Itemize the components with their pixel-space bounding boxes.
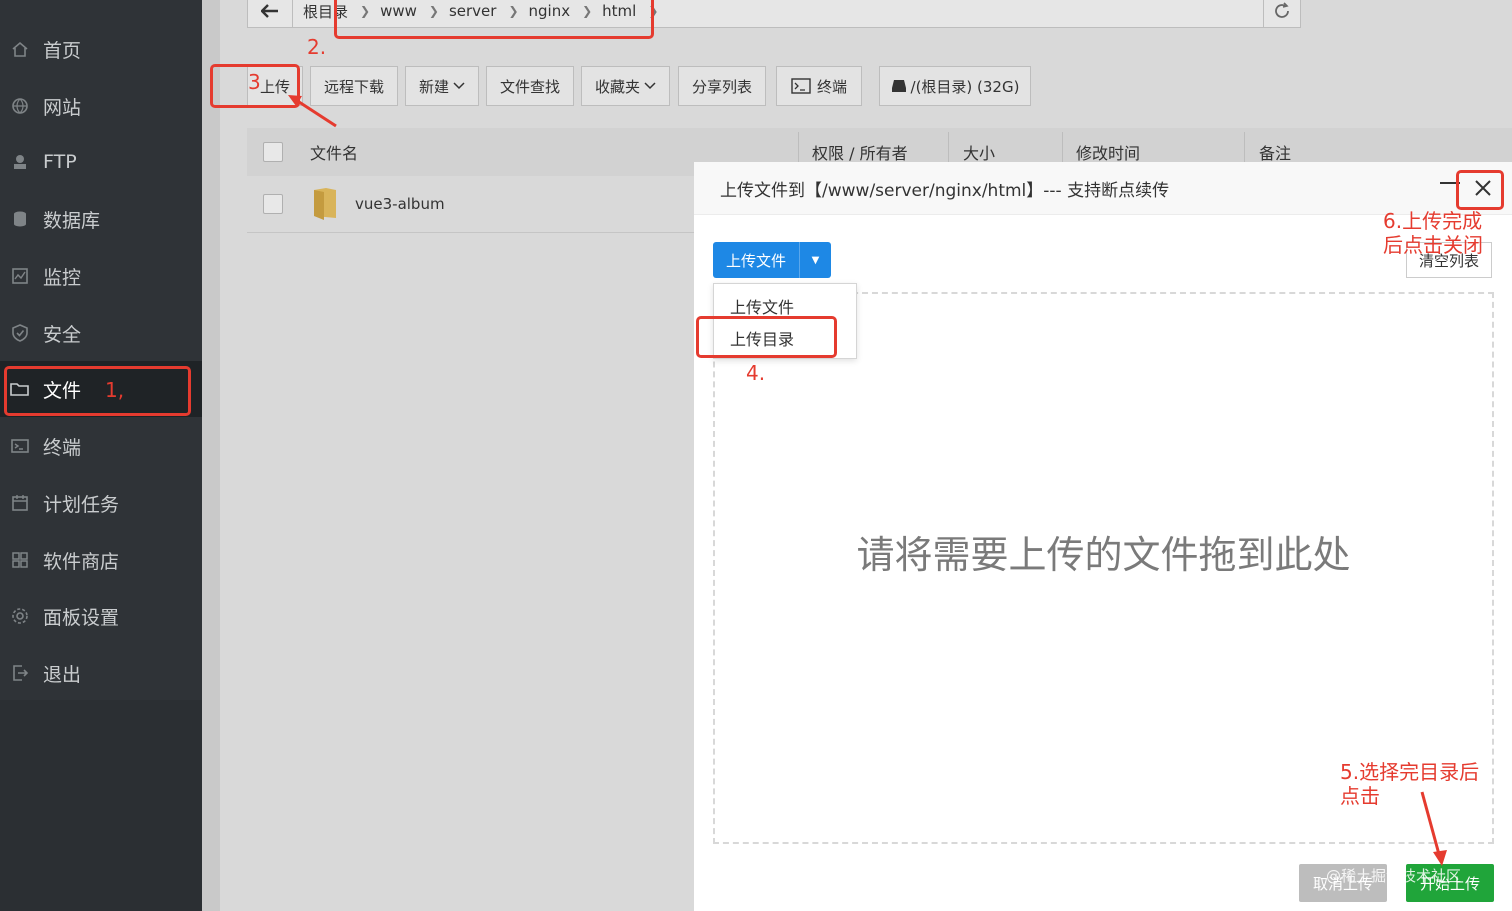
annotation-arrows: [288, 95, 1447, 866]
annotation-arrow-start: [1420, 791, 1447, 866]
annotation-arrow-upload: [288, 95, 337, 128]
